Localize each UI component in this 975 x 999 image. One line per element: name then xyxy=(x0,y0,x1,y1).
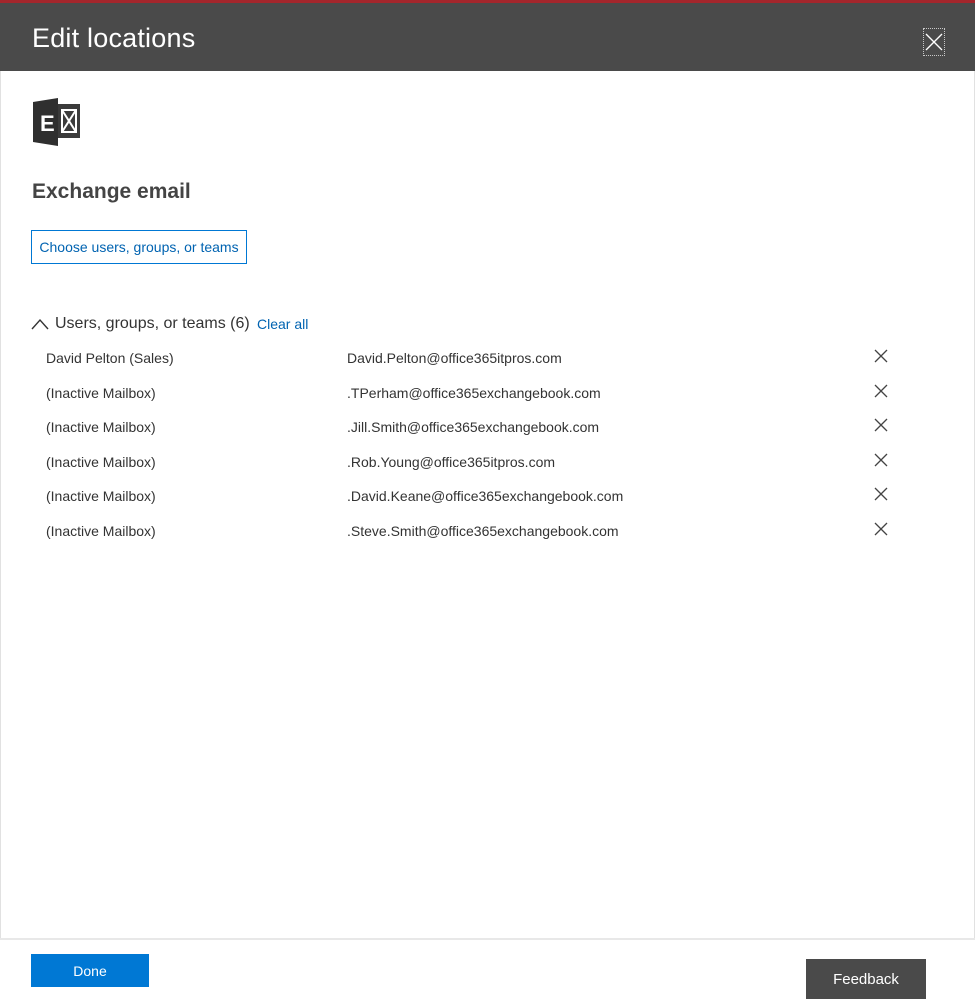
close-button[interactable] xyxy=(923,28,945,56)
list-item: (Inactive Mailbox) .Steve.Smith@office36… xyxy=(0,513,975,548)
list-item: David Pelton (Sales) David.Pelton@office… xyxy=(0,340,975,375)
remove-icon[interactable] xyxy=(873,348,889,364)
panel-header: Edit locations xyxy=(0,3,975,71)
user-name: (Inactive Mailbox) xyxy=(46,522,156,539)
user-name: (Inactive Mailbox) xyxy=(46,453,156,470)
panel-title: Edit locations xyxy=(32,23,196,53)
close-icon xyxy=(925,33,943,51)
user-email: .David.Keane@office365exchangebook.com xyxy=(347,488,624,504)
user-name: (Inactive Mailbox) xyxy=(46,419,156,435)
list-item: (Inactive Mailbox) .Rob.Young@office365i… xyxy=(0,444,975,479)
section-title: Exchange email xyxy=(32,180,191,203)
footer-divider xyxy=(0,938,975,940)
feedback-button[interactable]: Feedback xyxy=(806,959,926,999)
choose-users-button[interactable]: Choose users, groups, or teams xyxy=(31,230,247,264)
list-item: (Inactive Mailbox) .David.Keane@office36… xyxy=(0,478,975,513)
done-button[interactable]: Done xyxy=(31,954,149,987)
remove-icon[interactable] xyxy=(873,452,889,468)
group-toggle[interactable]: Users, groups, or teams (6) xyxy=(31,313,250,335)
chevron-up-icon xyxy=(31,318,49,330)
remove-icon[interactable] xyxy=(873,486,889,502)
list-item: (Inactive Mailbox) .Jill.Smith@office365… xyxy=(0,409,975,444)
users-list: David Pelton (Sales) David.Pelton@office… xyxy=(0,340,975,547)
clear-all-link[interactable]: Clear all xyxy=(257,316,308,332)
user-name: (Inactive Mailbox) xyxy=(46,488,156,504)
user-email: .TPerham@office365exchangebook.com xyxy=(347,384,601,401)
user-email: .Steve.Smith@office365exchangebook.com xyxy=(347,522,619,539)
remove-icon[interactable] xyxy=(873,521,889,537)
group-label: Users, groups, or teams (6) xyxy=(55,315,250,332)
user-name: David Pelton (Sales) xyxy=(46,350,174,366)
user-name: (Inactive Mailbox) xyxy=(46,384,156,401)
user-email: .Rob.Young@office365itpros.com xyxy=(347,453,556,470)
user-email: .Jill.Smith@office365exchangebook.com xyxy=(347,419,600,435)
remove-icon[interactable] xyxy=(873,417,889,433)
remove-icon[interactable] xyxy=(873,383,889,399)
list-item: (Inactive Mailbox) .TPerham@office365exc… xyxy=(0,375,975,410)
exchange-logo-icon: E xyxy=(33,98,80,146)
svg-text:E: E xyxy=(40,111,55,136)
user-email: David.Pelton@office365itpros.com xyxy=(347,350,562,366)
